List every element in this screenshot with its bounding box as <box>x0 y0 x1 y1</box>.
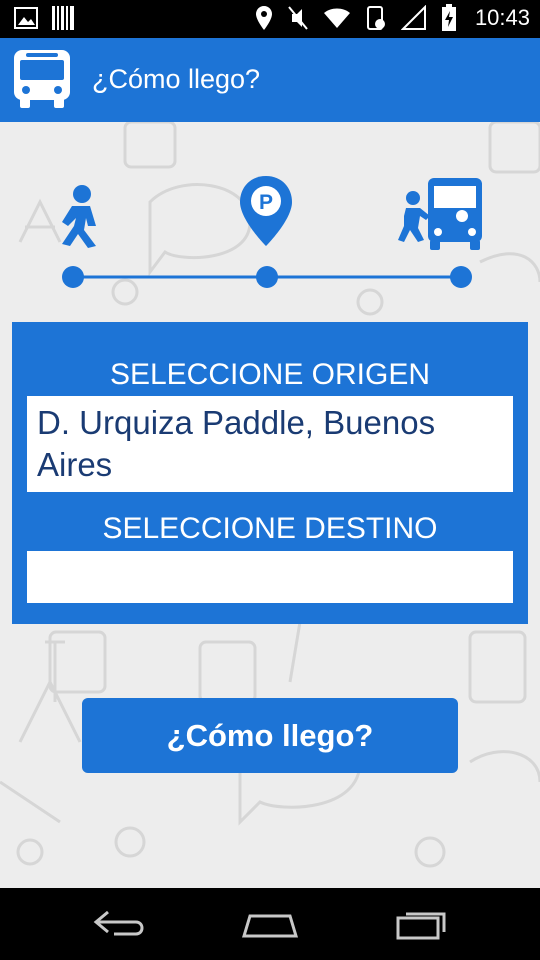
bus-icon <box>12 48 72 115</box>
wifi-icon <box>323 7 351 29</box>
origin-field[interactable]: D. Urquiza Paddle, Buenos Aires <box>27 396 513 492</box>
boarding-bus-icon <box>398 178 482 250</box>
barcode-icon <box>52 6 74 30</box>
route-steps: P <box>0 122 540 322</box>
svg-text:P: P <box>259 191 273 214</box>
destination-field[interactable] <box>27 551 513 603</box>
mute-icon <box>287 5 309 31</box>
signal-icon <box>400 5 427 31</box>
step-2-dot <box>256 266 278 288</box>
status-time: 10:43 <box>474 5 530 30</box>
recents-icon[interactable] <box>394 902 450 947</box>
back-icon[interactable] <box>92 902 148 947</box>
step-3-dot <box>450 266 472 288</box>
image-icon <box>14 7 38 29</box>
destination-label: SELECCIONE DESTINO <box>102 512 438 545</box>
walking-person-icon <box>62 185 96 248</box>
app-title: ¿Cómo llego? <box>92 64 261 94</box>
battery-icon <box>441 4 457 32</box>
home-icon[interactable] <box>240 902 300 947</box>
origin-label: SELECCIONE ORIGEN <box>109 358 431 391</box>
route-form: SELECCIONE ORIGEN D. Urquiza Paddle, Bue… <box>12 322 528 624</box>
navigation-bar <box>0 888 540 960</box>
app-bar: ¿Cómo llego? <box>0 38 540 122</box>
como-llego-button[interactable]: ¿Cómo llego? <box>82 698 458 773</box>
status-bar: 10:43 <box>0 0 540 38</box>
location-icon <box>255 5 273 31</box>
step-1-dot <box>62 266 84 288</box>
parking-pin-icon: P <box>240 176 292 246</box>
phone-icon <box>365 5 387 31</box>
